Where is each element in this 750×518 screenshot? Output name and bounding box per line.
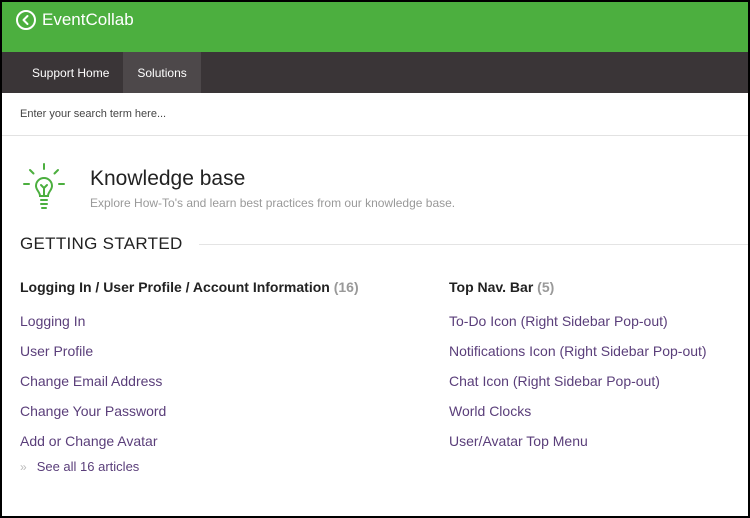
lightbulb-icon (23, 163, 65, 209)
section-header: GETTING STARTED (2, 212, 748, 254)
chevron-left-icon (22, 15, 29, 25)
main-nav: Support Home Solutions (2, 52, 748, 93)
page: EventCollab Support Home Solutions Knowl… (0, 0, 750, 518)
category-title[interactable]: Logging In / User Profile / Account Info… (20, 279, 449, 313)
category-columns: Logging In / User Profile / Account Info… (2, 254, 748, 474)
kb-header: Knowledge base Explore How-To's and lear… (2, 136, 748, 212)
category-title-text[interactable]: Logging In / User Profile / Account Info… (20, 279, 330, 295)
category-account: Logging In / User Profile / Account Info… (2, 279, 449, 474)
logo-icon (16, 10, 36, 30)
category-count: (16) (333, 279, 359, 295)
top-bar: EventCollab (2, 2, 748, 52)
nav-support-home[interactable]: Support Home (18, 52, 123, 93)
page-title: Knowledge base (90, 167, 246, 190)
search-input[interactable] (2, 93, 748, 135)
nav-solutions[interactable]: Solutions (123, 52, 201, 93)
article-link[interactable]: Change Email Address (20, 373, 449, 403)
article-link[interactable]: Logging In (20, 313, 449, 343)
section-title: GETTING STARTED (20, 234, 183, 253)
search-bar (2, 93, 748, 136)
page-subtitle: Explore How-To's and learn best practice… (90, 196, 456, 210)
article-link[interactable]: User/Avatar Top Menu (449, 433, 730, 463)
category-top-nav: Top Nav. Bar (5) To-Do Icon (Right Sideb… (431, 279, 730, 474)
double-chevron-right-icon: » (20, 460, 27, 474)
brand-name[interactable]: EventCollab (42, 10, 134, 30)
article-link[interactable]: Notifications Icon (Right Sidebar Pop-ou… (449, 343, 730, 373)
category-count: (5) (537, 279, 555, 295)
category-title-text[interactable]: Top Nav. Bar (449, 279, 533, 295)
article-link[interactable]: Change Your Password (20, 403, 449, 433)
article-link[interactable]: Chat Icon (Right Sidebar Pop-out) (449, 373, 730, 403)
article-link[interactable]: World Clocks (449, 403, 730, 433)
see-all-link[interactable]: » See all 16 articles (20, 459, 449, 474)
see-all-label[interactable]: See all 16 articles (37, 459, 140, 474)
section-divider (198, 243, 748, 245)
article-link[interactable]: User Profile (20, 343, 449, 373)
kb-text: Knowledge base Explore How-To's and lear… (90, 166, 455, 210)
category-title[interactable]: Top Nav. Bar (5) (449, 279, 730, 313)
article-link[interactable]: To-Do Icon (Right Sidebar Pop-out) (449, 313, 730, 343)
